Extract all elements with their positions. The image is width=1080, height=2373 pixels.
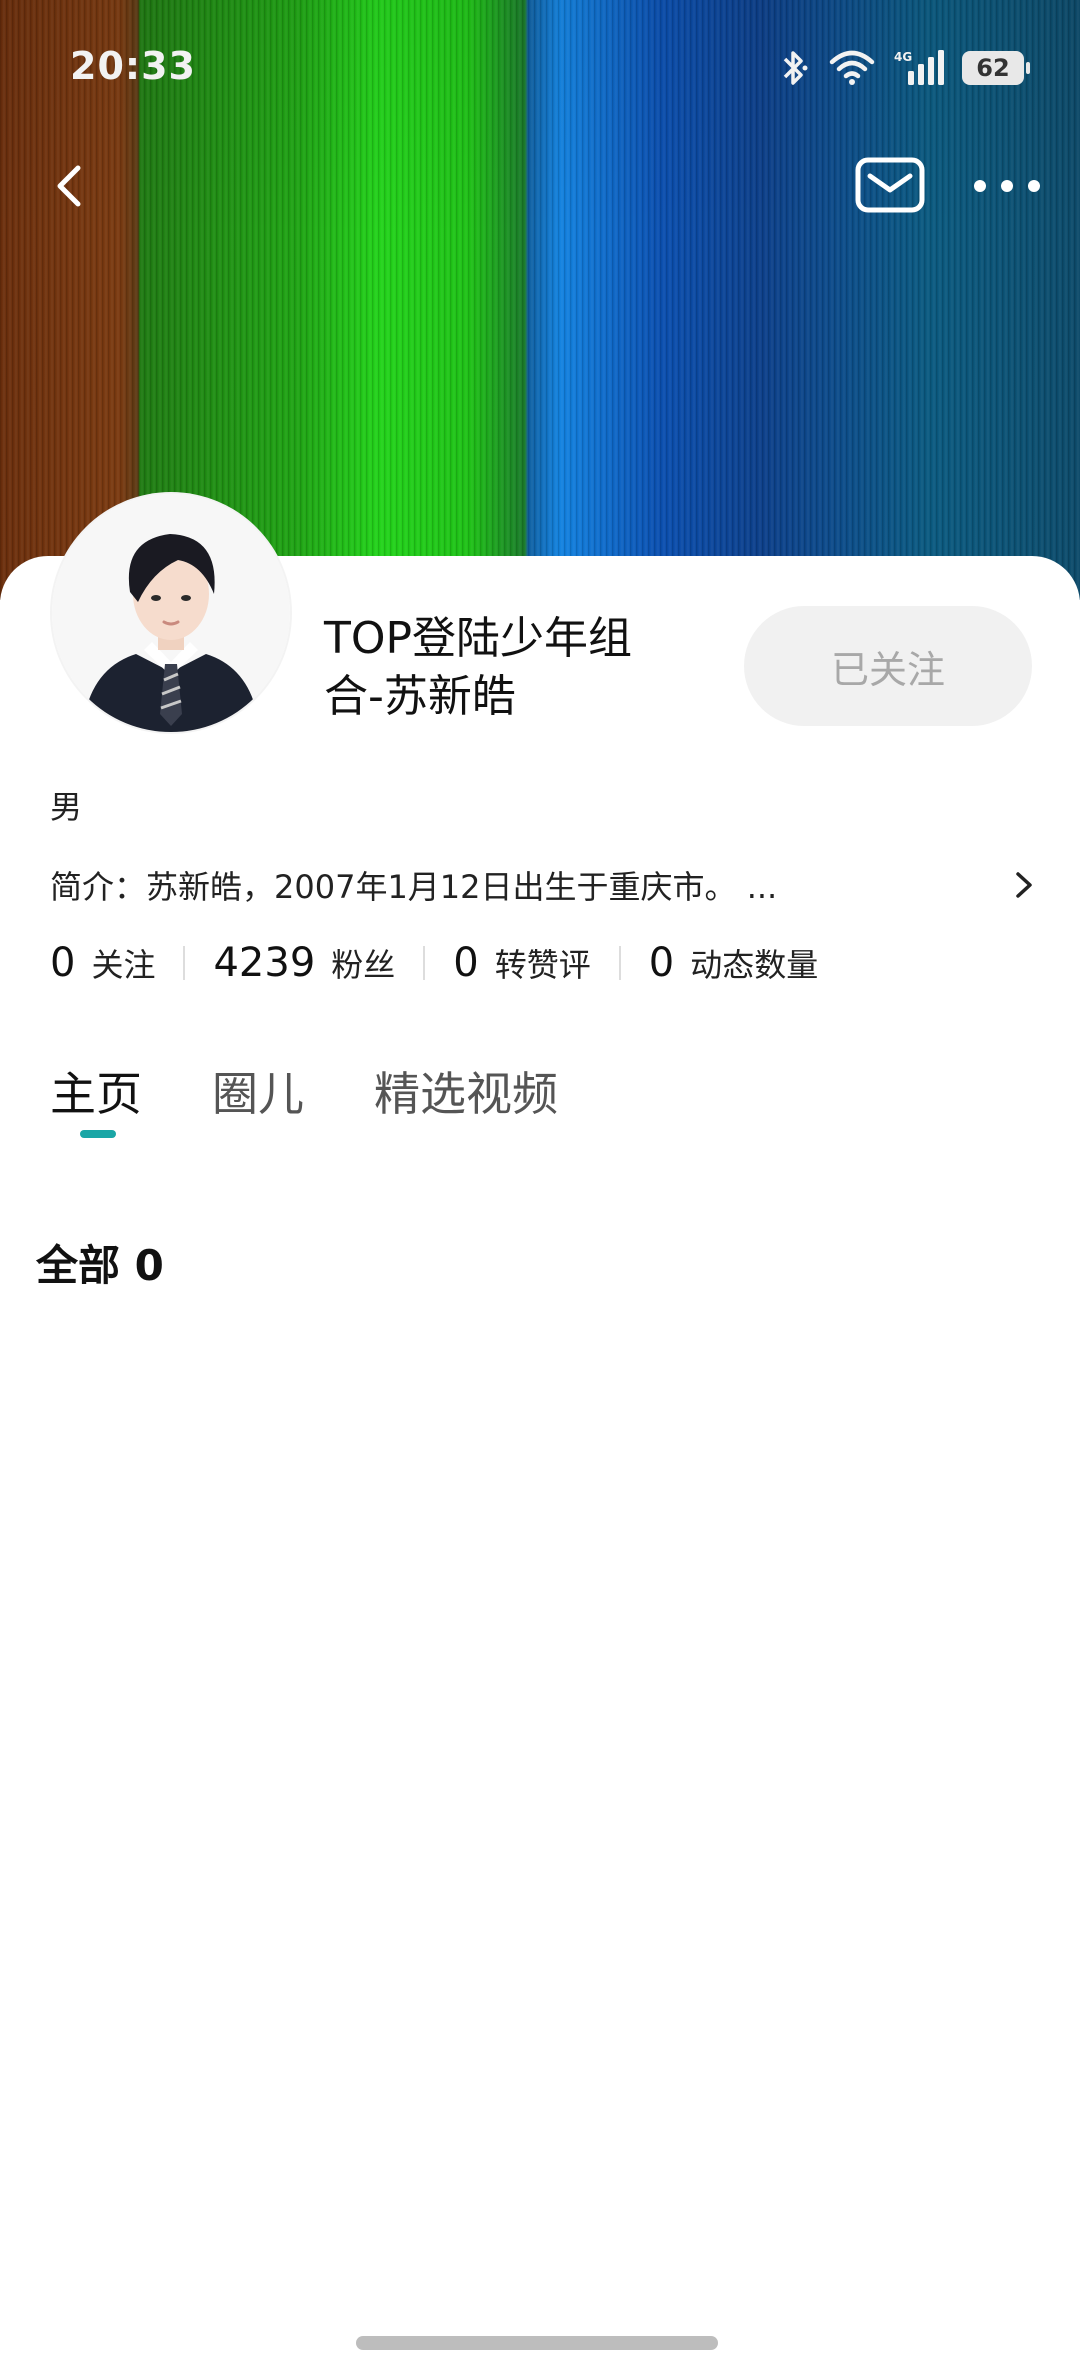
stat-following-label: 关注	[91, 946, 156, 984]
profile-name-line2: 合-苏新皓	[324, 671, 516, 722]
system-icons: 4G 62	[776, 48, 1030, 88]
tab-home-label: 主页	[50, 1067, 142, 1121]
following-button[interactable]: 已关注	[744, 606, 1032, 726]
chevron-right-icon	[1016, 872, 1032, 898]
tab-featured-videos-label: 精选视频	[374, 1067, 558, 1121]
avatar[interactable]	[52, 494, 290, 732]
stat-divider	[423, 946, 426, 980]
bio-row[interactable]: 简介：苏新皓，2007年1月12日出生于重庆市。 ...	[50, 860, 1036, 910]
wifi-icon	[829, 50, 875, 85]
gender-label: 男	[50, 788, 83, 826]
more-dots-icon	[974, 180, 1040, 192]
tab-featured-videos[interactable]: 精选视频	[374, 1058, 558, 1124]
message-button[interactable]	[854, 156, 926, 214]
bio-text: 简介：苏新皓，2007年1月12日出生于重庆市。 ...	[50, 868, 778, 906]
profile-name: TOP登陆少年组 合-苏新皓	[324, 610, 684, 726]
stats-row: 0 关注 4239 粉丝 0 转赞评 0 动态数量	[50, 940, 818, 986]
chevron-left-icon	[57, 165, 81, 207]
all-posts-title: 全部 0	[36, 1241, 164, 1290]
more-options-button[interactable]	[970, 166, 1044, 206]
status-time: 20:33	[70, 44, 196, 88]
stat-likes-label: 转赞评	[494, 946, 591, 984]
battery-icon: 62	[962, 51, 1030, 85]
status-bar: 20:33 4G 62	[0, 0, 1080, 140]
avatar-image	[52, 494, 290, 732]
stat-posts-value: 0	[648, 940, 675, 986]
stat-divider	[618, 946, 621, 980]
tab-circle-label: 圈儿	[212, 1067, 304, 1121]
profile-card	[0, 556, 1080, 2373]
tab-bar: 主页 圈儿 精选视频	[50, 1058, 628, 1138]
stat-fans[interactable]: 4239 粉丝	[213, 940, 395, 986]
4g-signal-icon: 4G	[894, 50, 944, 85]
tab-active-indicator	[80, 1130, 116, 1138]
tab-home[interactable]: 主页	[50, 1058, 142, 1138]
stat-likes-value: 0	[453, 940, 479, 986]
svg-text:4G: 4G	[894, 50, 912, 64]
stat-following-value: 0	[50, 940, 76, 986]
tab-circle[interactable]: 圈儿	[212, 1058, 304, 1124]
stat-fans-label: 粉丝	[331, 946, 396, 984]
profile-name-line1: TOP登陆少年组	[324, 613, 633, 664]
stat-posts[interactable]: 0 动态数量	[649, 940, 818, 986]
stat-fans-value: 4239	[213, 940, 316, 986]
stat-following[interactable]: 0 关注	[50, 940, 155, 986]
stat-likes[interactable]: 0 转赞评	[453, 940, 590, 986]
envelope-icon	[855, 157, 925, 213]
stat-divider	[183, 946, 186, 980]
home-indicator[interactable]	[356, 2336, 718, 2350]
stat-posts-label: 动态数量	[690, 946, 819, 984]
back-button[interactable]	[44, 150, 94, 220]
bluetooth-icon	[783, 51, 808, 85]
